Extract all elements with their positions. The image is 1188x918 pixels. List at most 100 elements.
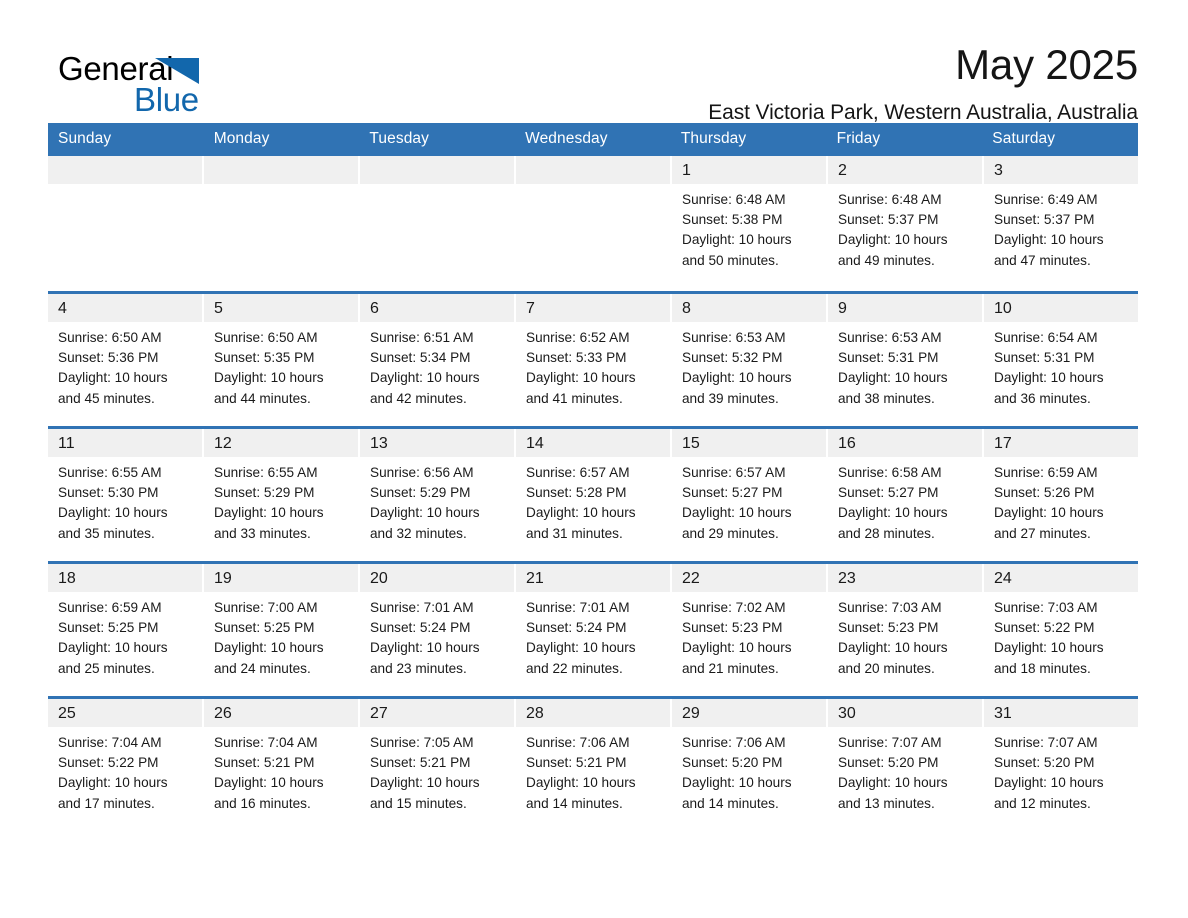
day-cell[interactable]: 10 Sunrise: 6:54 AM Sunset: 5:31 PM Dayligh… — [984, 294, 1138, 426]
day-details: Sunrise: 6:53 AM Sunset: 5:31 PM Daylight:… — [828, 322, 982, 409]
day-details: Sunrise: 6:58 AM Sunset: 5:27 PM Daylight:… — [828, 457, 982, 544]
day-cell[interactable]: 17 Sunrise: 6:59 AM Sunset: 5:26 PM Dayligh… — [984, 429, 1138, 561]
day-cell[interactable]: 20 Sunrise: 7:01 AM Sunset: 5:24 PM Dayligh… — [360, 564, 514, 696]
day-cell[interactable]: 28 Sunrise: 7:06 AM Sunset: 5:21 PM Dayligh… — [516, 699, 670, 831]
daylight-text-line2: and 24 minutes. — [214, 660, 311, 676]
sunrise-text: Sunrise: 7:01 AM — [370, 600, 474, 615]
daylight-text-line1: Daylight: 10 hours — [214, 370, 324, 386]
day-cell[interactable]: 16 Sunrise: 6:58 AM Sunset: 5:27 PM Dayligh… — [828, 429, 982, 561]
day-cell[interactable]: 21 Sunrise: 7:01 AM Sunset: 5:24 PM Dayligh… — [516, 564, 670, 696]
day-number: 20 — [360, 564, 514, 592]
day-number — [360, 156, 514, 184]
day-details: Sunrise: 7:03 AM Sunset: 5:23 PM Daylight:… — [828, 592, 982, 679]
day-cell[interactable]: 29 Sunrise: 7:06 AM Sunset: 5:20 PM Dayligh… — [672, 699, 826, 831]
day-details: Sunrise: 6:57 AM Sunset: 5:27 PM Daylight:… — [672, 457, 826, 544]
daylight-text-line1: Daylight: 10 hours — [994, 775, 1104, 791]
sunrise-text: Sunrise: 6:53 AM — [838, 330, 942, 345]
daylight-text-line2: and 38 minutes. — [838, 390, 935, 406]
day-details: Sunrise: 6:59 AM Sunset: 5:26 PM Daylight:… — [984, 457, 1138, 544]
sunrise-text: Sunrise: 7:02 AM — [682, 600, 786, 615]
day-cell[interactable]: 25 Sunrise: 7:04 AM Sunset: 5:22 PM Dayligh… — [48, 699, 202, 831]
day-details: Sunrise: 7:01 AM Sunset: 5:24 PM Daylight:… — [516, 592, 670, 679]
day-details: Sunrise: 7:01 AM Sunset: 5:24 PM Daylight:… — [360, 592, 514, 679]
logo-text-blue: Blue — [134, 81, 199, 118]
weekday-saturday: Saturday — [992, 130, 1056, 147]
day-cell[interactable]: 3 Sunrise: 6:49 AM Sunset: 5:37 PM Daylight… — [984, 156, 1138, 291]
daylight-text-line2: and 31 minutes. — [526, 525, 623, 541]
daylight-text-line1: Daylight: 10 hours — [838, 640, 948, 656]
weekday-tuesday: Tuesday — [369, 130, 429, 147]
day-number: 28 — [516, 699, 670, 727]
day-details: Sunrise: 6:59 AM Sunset: 5:25 PM Daylight:… — [48, 592, 202, 679]
sunrise-text: Sunrise: 6:56 AM — [370, 465, 474, 480]
day-cell[interactable]: 2 Sunrise: 6:48 AM Sunset: 5:37 PM Daylight… — [828, 156, 982, 291]
sunrise-text: Sunrise: 6:48 AM — [682, 192, 786, 207]
sunset-text: Sunset: 5:24 PM — [526, 620, 627, 636]
day-cell[interactable]: 11 Sunrise: 6:55 AM Sunset: 5:30 PM Dayligh… — [48, 429, 202, 561]
daylight-text-line1: Daylight: 10 hours — [838, 232, 948, 248]
day-cell[interactable]: 13 Sunrise: 6:56 AM Sunset: 5:29 PM Dayligh… — [360, 429, 514, 561]
daylight-text-line2: and 17 minutes. — [58, 795, 155, 811]
sunset-text: Sunset: 5:23 PM — [682, 620, 783, 636]
day-cell[interactable]: 26 Sunrise: 7:04 AM Sunset: 5:21 PM Dayligh… — [204, 699, 358, 831]
generalblue-logo[interactable]: General Blue — [58, 44, 258, 116]
sunrise-text: Sunrise: 7:03 AM — [838, 600, 942, 615]
day-cell[interactable]: 6 Sunrise: 6:51 AM Sunset: 5:34 PM Daylight… — [360, 294, 514, 426]
day-details: Sunrise: 6:56 AM Sunset: 5:29 PM Daylight:… — [360, 457, 514, 544]
day-details — [360, 184, 514, 190]
sunset-text: Sunset: 5:20 PM — [682, 755, 783, 771]
day-cell[interactable]: 4 Sunrise: 6:50 AM Sunset: 5:36 PM Daylight… — [48, 294, 202, 426]
daylight-text-line2: and 29 minutes. — [682, 525, 779, 541]
weekday-wednesday: Wednesday — [525, 130, 608, 147]
day-cell[interactable]: 30 Sunrise: 7:07 AM Sunset: 5:20 PM Dayligh… — [828, 699, 982, 831]
day-details: Sunrise: 6:51 AM Sunset: 5:34 PM Daylight:… — [360, 322, 514, 409]
daylight-text-line1: Daylight: 10 hours — [682, 775, 792, 791]
day-details: Sunrise: 7:02 AM Sunset: 5:23 PM Daylight:… — [672, 592, 826, 679]
sunset-text: Sunset: 5:20 PM — [994, 755, 1095, 771]
day-number: 3 — [984, 156, 1138, 184]
week-row: 25 Sunrise: 7:04 AM Sunset: 5:22 PM Dayligh… — [48, 696, 1138, 831]
day-details: Sunrise: 7:05 AM Sunset: 5:21 PM Daylight:… — [360, 727, 514, 814]
daylight-text-line2: and 39 minutes. — [682, 390, 779, 406]
day-number: 21 — [516, 564, 670, 592]
day-cell[interactable]: 8 Sunrise: 6:53 AM Sunset: 5:32 PM Daylight… — [672, 294, 826, 426]
daylight-text-line1: Daylight: 10 hours — [682, 505, 792, 521]
day-cell[interactable]: 31 Sunrise: 7:07 AM Sunset: 5:20 PM Dayligh… — [984, 699, 1138, 831]
day-number: 11 — [48, 429, 202, 457]
daylight-text-line1: Daylight: 10 hours — [526, 775, 636, 791]
day-cell[interactable]: 15 Sunrise: 6:57 AM Sunset: 5:27 PM Dayligh… — [672, 429, 826, 561]
day-cell[interactable]: 18 Sunrise: 6:59 AM Sunset: 5:25 PM Dayligh… — [48, 564, 202, 696]
day-cell-empty — [516, 156, 670, 291]
sunset-text: Sunset: 5:32 PM — [682, 350, 783, 366]
calendar-grid: Sunday Monday Tuesday Wednesday Thursday… — [48, 123, 1138, 831]
sunset-text: Sunset: 5:25 PM — [214, 620, 315, 636]
day-cell[interactable]: 1 Sunrise: 6:48 AM Sunset: 5:38 PM Daylight… — [672, 156, 826, 291]
day-details: Sunrise: 7:04 AM Sunset: 5:21 PM Daylight:… — [204, 727, 358, 814]
sunset-text: Sunset: 5:27 PM — [682, 485, 783, 501]
sunset-text: Sunset: 5:36 PM — [58, 350, 159, 366]
day-number: 2 — [828, 156, 982, 184]
day-cell[interactable]: 14 Sunrise: 6:57 AM Sunset: 5:28 PM Dayligh… — [516, 429, 670, 561]
sunset-text: Sunset: 5:21 PM — [370, 755, 471, 771]
day-cell[interactable]: 27 Sunrise: 7:05 AM Sunset: 5:21 PM Dayligh… — [360, 699, 514, 831]
day-details: Sunrise: 7:07 AM Sunset: 5:20 PM Daylight:… — [984, 727, 1138, 814]
day-cell[interactable]: 24 Sunrise: 7:03 AM Sunset: 5:22 PM Dayligh… — [984, 564, 1138, 696]
day-number: 25 — [48, 699, 202, 727]
day-cell[interactable]: 5 Sunrise: 6:50 AM Sunset: 5:35 PM Daylight… — [204, 294, 358, 426]
page-subtitle: East Victoria Park, Western Australia, A… — [708, 100, 1138, 124]
day-cell[interactable]: 23 Sunrise: 7:03 AM Sunset: 5:23 PM Dayligh… — [828, 564, 982, 696]
sunset-text: Sunset: 5:29 PM — [370, 485, 471, 501]
sunset-text: Sunset: 5:31 PM — [838, 350, 939, 366]
day-cell[interactable]: 9 Sunrise: 6:53 AM Sunset: 5:31 PM Daylight… — [828, 294, 982, 426]
day-number: 9 — [828, 294, 982, 322]
day-cell[interactable]: 12 Sunrise: 6:55 AM Sunset: 5:29 PM Dayligh… — [204, 429, 358, 561]
day-number: 24 — [984, 564, 1138, 592]
week-row: 4 Sunrise: 6:50 AM Sunset: 5:36 PM Daylight… — [48, 291, 1138, 426]
day-details: Sunrise: 6:53 AM Sunset: 5:32 PM Daylight:… — [672, 322, 826, 409]
daylight-text-line1: Daylight: 10 hours — [370, 775, 480, 791]
sunset-text: Sunset: 5:34 PM — [370, 350, 471, 366]
day-cell[interactable]: 7 Sunrise: 6:52 AM Sunset: 5:33 PM Daylight… — [516, 294, 670, 426]
day-cell[interactable]: 22 Sunrise: 7:02 AM Sunset: 5:23 PM Dayligh… — [672, 564, 826, 696]
daylight-text-line1: Daylight: 10 hours — [994, 370, 1104, 386]
day-cell[interactable]: 19 Sunrise: 7:00 AM Sunset: 5:25 PM Dayligh… — [204, 564, 358, 696]
